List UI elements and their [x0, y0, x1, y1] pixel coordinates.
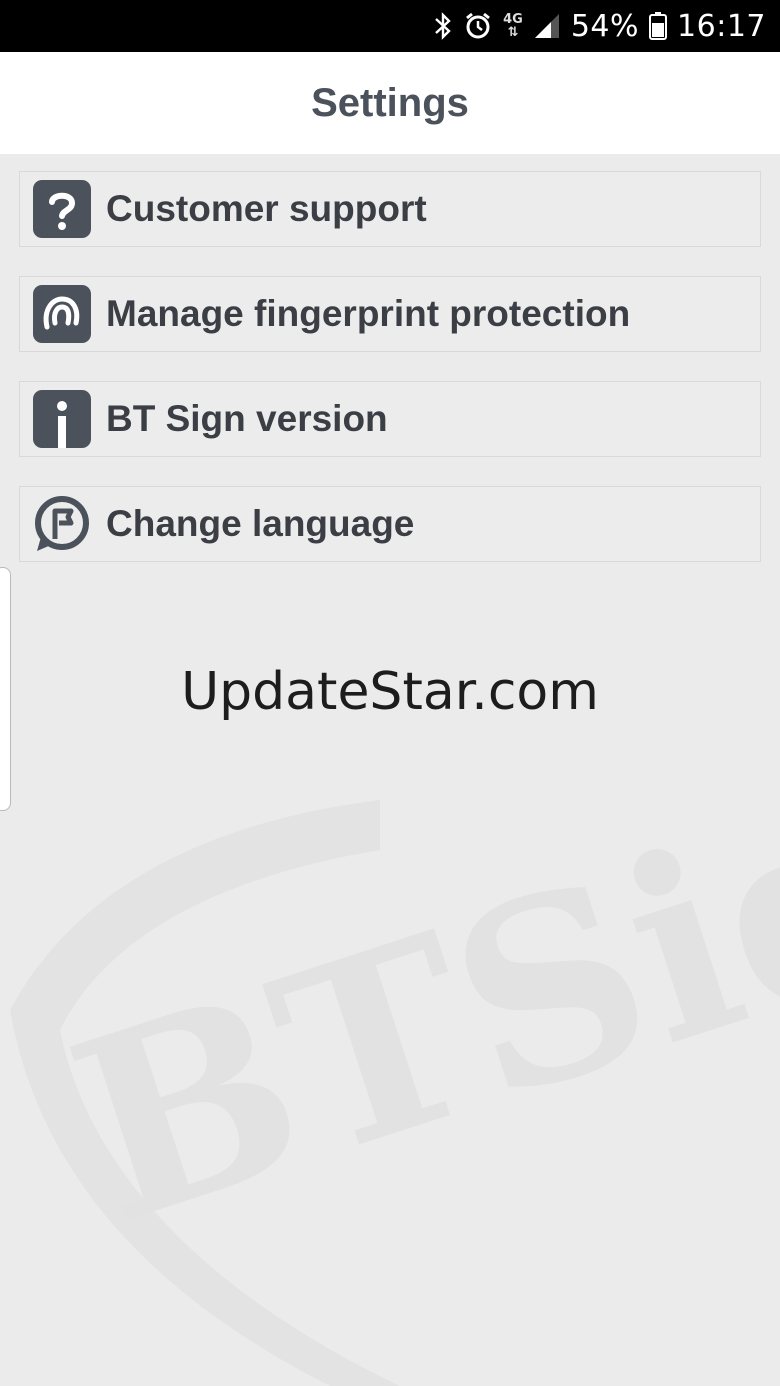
settings-item-label: BT Sign version	[106, 398, 388, 439]
status-bar: 4G ⇅ 54% 16:17	[0, 0, 780, 52]
language-flag-icon	[33, 495, 91, 553]
settings-item-fingerprint[interactable]: Manage fingerprint protection	[19, 276, 761, 352]
network-4g-icon: 4G ⇅	[503, 12, 523, 40]
battery-percent: 54%	[570, 8, 640, 44]
watermark-text: BTSign	[42, 700, 780, 1280]
settings-item-label: Manage fingerprint protection	[106, 293, 631, 334]
clock: 16:17	[677, 8, 766, 44]
settings-list: Customer support Manage fingerprint prot…	[19, 171, 761, 591]
settings-item-version[interactable]: BT Sign version	[19, 381, 761, 457]
settings-item-label: Customer support	[106, 188, 427, 229]
info-icon	[33, 390, 91, 448]
page-title: Settings	[311, 80, 469, 125]
question-icon	[33, 180, 91, 238]
btsign-watermark-logo: BTSign	[10, 700, 780, 1386]
overlay-watermark-text: UpdateStar.com	[181, 662, 599, 722]
settings-item-language[interactable]: Change language	[19, 486, 761, 562]
signal-icon	[533, 12, 561, 40]
fingerprint-icon	[33, 285, 91, 343]
alarm-icon	[463, 11, 493, 41]
battery-icon	[649, 11, 668, 41]
settings-item-customer-support[interactable]: Customer support	[19, 171, 761, 247]
bluetooth-icon	[433, 11, 453, 41]
settings-item-label: Change language	[106, 503, 415, 544]
app-bar: Settings	[0, 52, 780, 154]
